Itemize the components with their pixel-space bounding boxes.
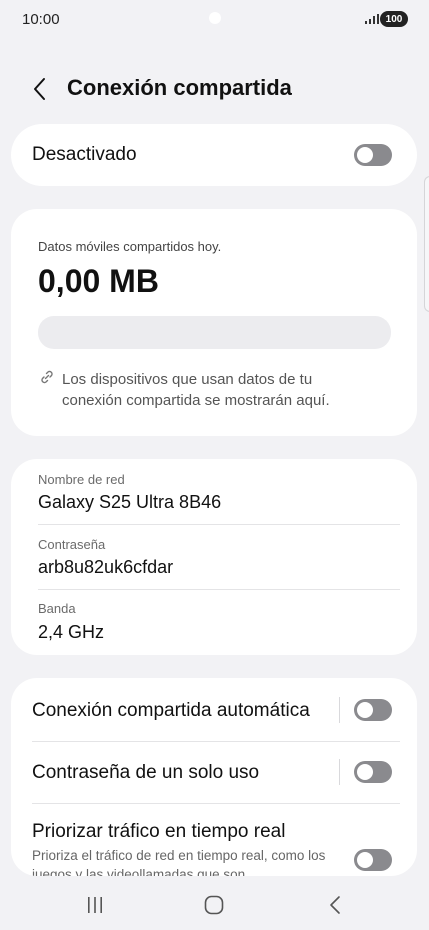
main-switch-card[interactable]: Desactivado <box>11 124 417 186</box>
auto-hotspot-row[interactable]: Conexión compartida automática <box>11 678 417 741</box>
usage-caption: Datos móviles compartidos hoy. <box>38 239 222 254</box>
battery-level: 100 <box>385 13 403 25</box>
battery-icon: 100 <box>380 11 408 27</box>
priority-traffic-description: Prioriza el tráfico de red en tiempo rea… <box>32 848 326 876</box>
recents-icon <box>88 897 102 913</box>
back-button[interactable] <box>28 74 52 104</box>
nav-back-button[interactable] <box>315 888 355 922</box>
options-card: Conexión compartida automática Contraseñ… <box>11 678 417 876</box>
home-icon <box>204 895 224 915</box>
network-name-value: Galaxy S25 Ultra 8B46 <box>38 492 222 512</box>
main-switch-label: Desactivado <box>32 144 137 165</box>
page-title: Conexión compartida <box>67 75 292 100</box>
chevron-left-icon <box>34 78 45 100</box>
edge-panel-handle[interactable] <box>424 176 429 312</box>
network-card: Nombre de red Galaxy S25 Ultra 8B46 Cont… <box>11 459 417 655</box>
usage-progress-bar <box>38 316 391 349</box>
usage-card: Datos móviles compartidos hoy. 0,00 MB L… <box>11 209 417 436</box>
password-label: Contraseña <box>38 537 106 552</box>
link-icon <box>41 370 53 384</box>
priority-traffic-row[interactable]: Priorizar tráfico en tiempo real Prioriz… <box>11 804 417 876</box>
usage-note: Los dispositivos que usan datos de tu co… <box>62 371 330 409</box>
camera-cutout <box>209 12 221 24</box>
priority-traffic-label: Priorizar tráfico en tiempo real <box>32 821 286 842</box>
status-time: 10:00 <box>22 11 60 28</box>
usage-amount: 0,00 MB <box>38 263 159 299</box>
recents-button[interactable] <box>75 888 115 922</box>
main-toggle[interactable] <box>354 144 392 166</box>
nav-back-icon <box>330 896 340 914</box>
password-value: arb8u82uk6cfdar <box>38 557 174 577</box>
one-time-password-toggle[interactable] <box>354 761 392 783</box>
signal-icon <box>365 14 379 24</box>
home-button[interactable] <box>194 888 234 922</box>
auto-hotspot-toggle[interactable] <box>354 699 392 721</box>
password-row[interactable]: Contraseña arb8u82uk6cfdar <box>11 525 417 589</box>
separator <box>339 697 340 723</box>
band-row[interactable]: Banda 2,4 GHz <box>11 590 417 654</box>
band-label: Banda <box>38 601 76 616</box>
network-name-label: Nombre de red <box>38 472 125 487</box>
separator <box>339 759 340 785</box>
priority-traffic-toggle[interactable] <box>354 849 392 871</box>
band-value: 2,4 GHz <box>38 622 105 642</box>
one-time-password-row[interactable]: Contraseña de un solo uso <box>11 742 417 803</box>
auto-hotspot-label: Conexión compartida automática <box>32 700 310 721</box>
network-name-row[interactable]: Nombre de red Galaxy S25 Ultra 8B46 <box>11 459 417 524</box>
one-time-password-label: Contraseña de un solo uso <box>32 762 260 783</box>
